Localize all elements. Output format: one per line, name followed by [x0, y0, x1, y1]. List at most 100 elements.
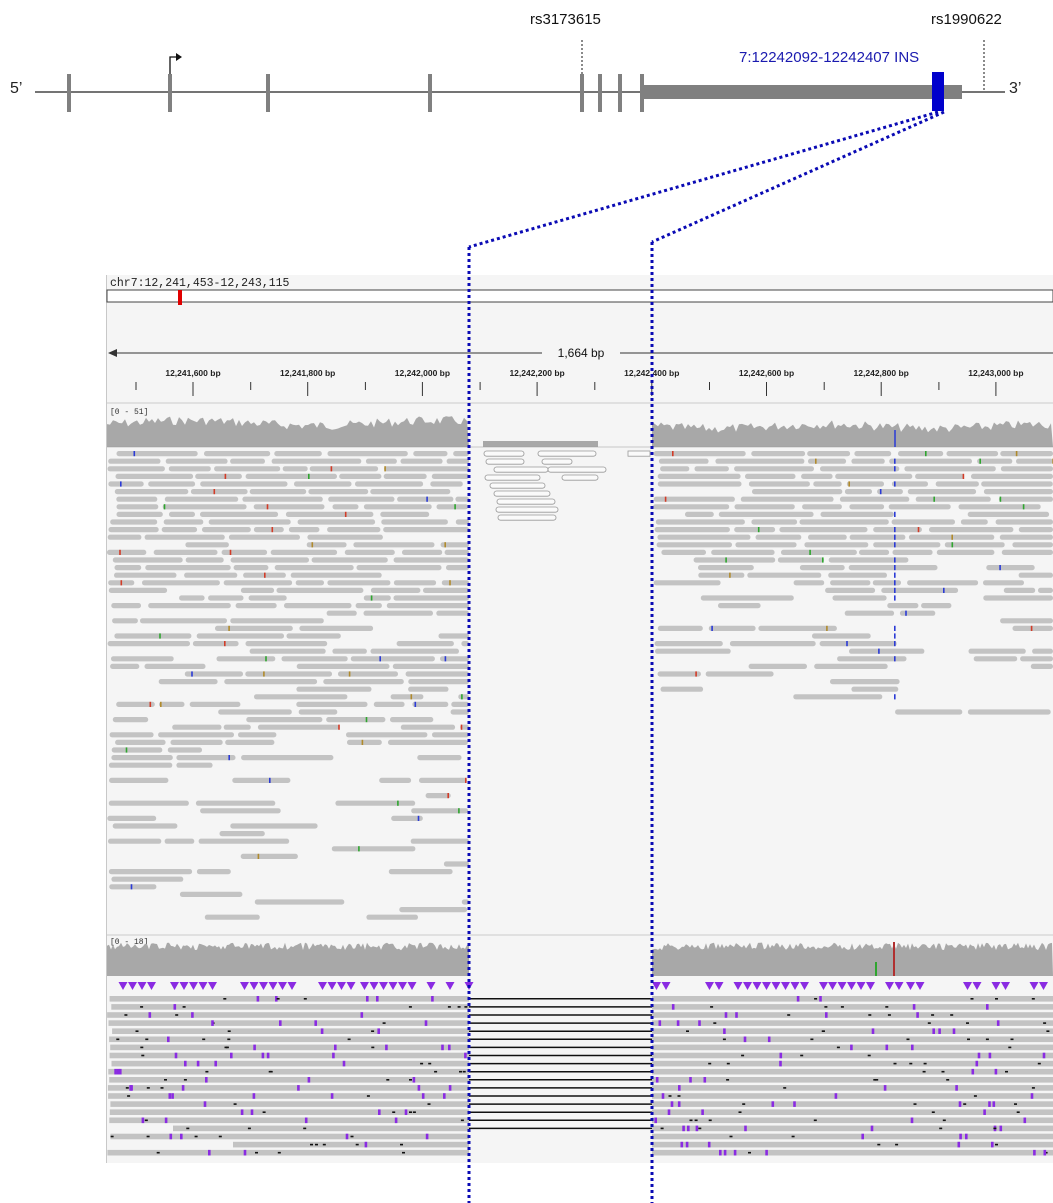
insertion-mark — [680, 1141, 684, 1148]
indel-mark — [893, 1062, 897, 1065]
indel-mark — [409, 1079, 412, 1081]
indel-mark — [726, 1079, 730, 1081]
mismatch-mark — [120, 580, 123, 586]
insertion-triangle-icon — [837, 982, 847, 990]
split-read-right — [652, 1028, 1053, 1034]
aligned-read-right — [657, 473, 741, 479]
aligned-read-right — [1012, 625, 1053, 631]
aligned-read-left — [238, 732, 277, 738]
aligned-read-left — [218, 709, 292, 715]
aligned-read-left — [114, 633, 192, 639]
chromosome-overview — [106, 289, 1053, 303]
insertion-mark — [723, 1149, 727, 1156]
indel-mark — [409, 1111, 412, 1113]
aligned-read-right — [915, 473, 965, 479]
aligned-read-right — [849, 648, 925, 654]
mismatch-mark — [999, 496, 1002, 502]
aligned-read-left — [402, 549, 443, 555]
indel-mark — [824, 1006, 828, 1008]
insertion-triangle-icon — [1029, 982, 1039, 990]
aligned-read-left — [200, 481, 288, 487]
indel-mark — [427, 1103, 431, 1105]
coverage-track-2-right — [652, 942, 1053, 976]
aligned-read-left — [245, 671, 332, 677]
insertion-mark — [119, 1068, 122, 1075]
aligned-read-left — [112, 618, 138, 624]
aligned-read-left — [443, 861, 469, 867]
split-read-left — [111, 1004, 470, 1010]
aligned-read-right — [854, 451, 892, 457]
coverage-variant-bar — [893, 942, 895, 976]
insertion-mark — [834, 1093, 838, 1099]
insertion-mark — [214, 1060, 217, 1067]
mismatch-mark — [397, 800, 399, 806]
aligned-read-right — [751, 451, 806, 457]
indel-mark — [402, 1151, 405, 1154]
aligned-read-left — [396, 641, 454, 647]
indel-mark — [457, 1006, 461, 1008]
soft-clipped-read — [497, 514, 557, 521]
aligned-read-right — [887, 603, 919, 609]
indel-mark — [392, 1111, 396, 1113]
split-read-right — [652, 1149, 1053, 1156]
mismatch-mark — [125, 747, 128, 753]
insertion-triangle-icon — [407, 982, 417, 990]
aligned-read-right — [968, 648, 1026, 654]
indel-mark — [350, 1135, 354, 1138]
split-read-right — [652, 1012, 1053, 1018]
indel-mark — [347, 1038, 351, 1041]
aligned-read-right — [828, 572, 887, 578]
insertion-mark — [116, 1068, 120, 1075]
indel-mark — [708, 1062, 712, 1065]
split-read-left — [173, 1125, 469, 1132]
indel-mark — [464, 1006, 468, 1008]
mismatch-mark — [1030, 625, 1033, 631]
variant-column-mark — [894, 580, 896, 586]
aligned-read-right — [1001, 549, 1053, 555]
aligned-read-left — [431, 473, 469, 479]
aligned-read-left — [430, 481, 463, 487]
insertion-mark — [385, 1044, 388, 1051]
mismatch-mark — [951, 534, 953, 540]
mismatch-mark — [414, 701, 417, 707]
insertion-mark — [765, 1149, 768, 1156]
mismatch-mark — [213, 489, 216, 495]
indel-mark — [434, 1070, 438, 1073]
aligned-read-left — [116, 504, 159, 510]
aligned-read-right — [698, 565, 754, 571]
insertion-mark — [677, 1101, 681, 1107]
aligned-read-right — [892, 549, 933, 555]
aligned-read-right — [745, 473, 796, 479]
aligned-read-left — [172, 724, 222, 730]
aligned-read-left — [116, 496, 158, 502]
variant-column-mark — [894, 641, 896, 647]
mismatch-mark — [361, 739, 364, 745]
mismatch-mark — [269, 777, 271, 783]
indel-mark — [710, 1006, 714, 1008]
soft-clipped-read — [561, 474, 599, 481]
aligned-read-right — [881, 587, 959, 593]
indel-mark — [995, 1143, 998, 1146]
aligned-read-left — [167, 747, 202, 753]
aligned-read-left — [116, 511, 163, 517]
indel-mark — [202, 1038, 206, 1041]
mismatch-mark — [257, 853, 260, 859]
aligned-read-right — [654, 641, 723, 647]
aligned-read-left — [116, 451, 198, 457]
aligned-read-left — [208, 595, 244, 601]
aligned-read-right — [946, 451, 999, 457]
indel-mark — [146, 1135, 150, 1138]
insertion-triangle-icon — [800, 982, 809, 990]
aligned-read-left — [164, 838, 195, 844]
split-read-left — [233, 1141, 469, 1148]
insertion-mark — [654, 1117, 657, 1124]
insertion-mark — [307, 1077, 311, 1083]
aligned-read-left — [198, 838, 290, 844]
variant-column-mark — [894, 481, 896, 487]
mismatch-mark — [826, 625, 828, 631]
mismatch-mark — [120, 481, 122, 487]
insertion-mark — [658, 1020, 662, 1026]
aligned-read-right — [1016, 458, 1053, 464]
aligned-read-left — [214, 466, 281, 472]
aligned-read-left — [332, 504, 359, 510]
